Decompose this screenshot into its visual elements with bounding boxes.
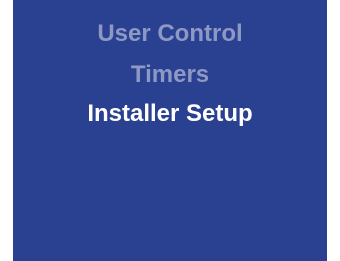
menu-item-user-control[interactable]: User Control — [13, 19, 327, 49]
menu-item-installer-setup[interactable]: Installer Setup — [13, 99, 327, 129]
menu-screen: User Control Timers Installer Setup — [13, 0, 327, 261]
menu-item-timers[interactable]: Timers — [13, 60, 327, 90]
